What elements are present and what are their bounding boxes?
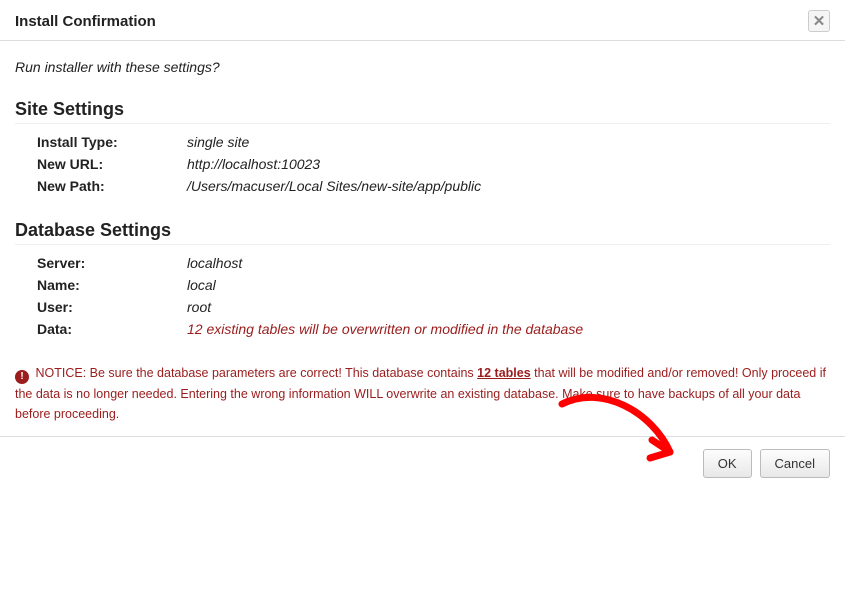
- close-button[interactable]: ✕: [808, 10, 830, 32]
- site-row-new-url: New URL: http://localhost:10023: [37, 156, 830, 172]
- db-row-data: Data: 12 existing tables will be overwri…: [37, 321, 830, 337]
- value: /Users/macuser/Local Sites/new-site/app/…: [187, 178, 481, 194]
- ok-button[interactable]: OK: [703, 449, 752, 478]
- value: http://localhost:10023: [187, 156, 320, 172]
- label: New URL:: [37, 156, 187, 172]
- dialog-body: Run installer with these settings? Site …: [0, 41, 845, 436]
- site-row-install-type: Install Type: single site: [37, 134, 830, 150]
- site-settings-table: Install Type: single site New URL: http:…: [37, 134, 830, 194]
- value: root: [187, 299, 211, 315]
- label: User:: [37, 299, 187, 315]
- dialog-header: Install Confirmation ✕: [0, 0, 845, 41]
- value: single site: [187, 134, 249, 150]
- database-settings-title: Database Settings: [15, 220, 830, 245]
- prompt-text: Run installer with these settings?: [15, 59, 830, 75]
- label: Server:: [37, 255, 187, 271]
- notice-text: ! NOTICE: Be sure the database parameter…: [15, 363, 830, 424]
- dialog-footer: OK Cancel: [0, 436, 845, 496]
- database-settings-table: Server: localhost Name: local User: root…: [37, 255, 830, 337]
- dialog-title: Install Confirmation: [15, 13, 156, 30]
- db-row-server: Server: localhost: [37, 255, 830, 271]
- notice-tables-count: 12 tables: [477, 366, 531, 380]
- cancel-button[interactable]: Cancel: [760, 449, 830, 478]
- notice-prefix: NOTICE: Be sure the database parameters …: [35, 366, 477, 380]
- warning-icon: !: [15, 370, 29, 384]
- value: localhost: [187, 255, 242, 271]
- install-confirmation-dialog: Install Confirmation ✕ Run installer wit…: [0, 0, 845, 496]
- db-row-name: Name: local: [37, 277, 830, 293]
- value: 12 existing tables will be overwritten o…: [187, 321, 583, 337]
- label: Data:: [37, 321, 187, 337]
- site-row-new-path: New Path: /Users/macuser/Local Sites/new…: [37, 178, 830, 194]
- label: Install Type:: [37, 134, 187, 150]
- close-icon: ✕: [813, 12, 826, 30]
- db-row-user: User: root: [37, 299, 830, 315]
- value: local: [187, 277, 216, 293]
- site-settings-title: Site Settings: [15, 99, 830, 124]
- label: Name:: [37, 277, 187, 293]
- label: New Path:: [37, 178, 187, 194]
